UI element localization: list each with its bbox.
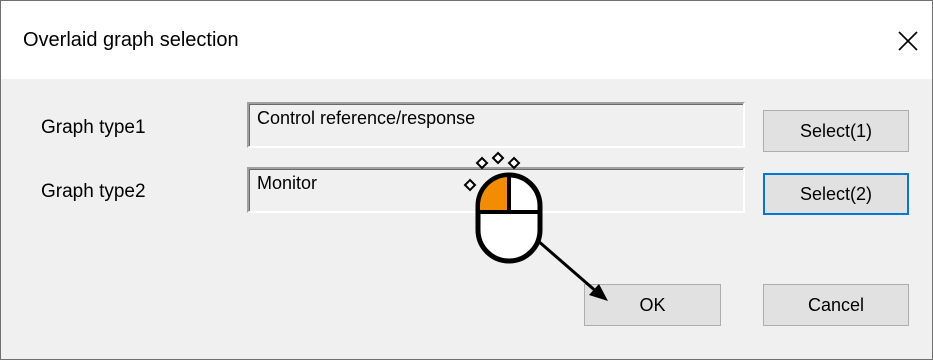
graph-type2-field[interactable]: Monitor: [247, 167, 745, 213]
graph-type1-label: Graph type1: [41, 117, 146, 138]
graph-type1-field[interactable]: Control reference/response: [247, 102, 745, 148]
graph-type2-label: Graph type2: [41, 181, 146, 202]
select-2-button[interactable]: Select(2): [763, 173, 909, 215]
close-button[interactable]: [886, 19, 930, 63]
dialog-title: Overlaid graph selection: [23, 29, 239, 51]
ok-button[interactable]: OK: [584, 284, 721, 326]
select-1-button[interactable]: Select(1): [763, 110, 909, 152]
cancel-button[interactable]: Cancel: [763, 284, 909, 326]
title-bar: Overlaid graph selection: [1, 1, 932, 79]
dialog-window: Overlaid graph selection Graph type1 Con…: [0, 0, 933, 360]
close-icon: [898, 31, 918, 51]
